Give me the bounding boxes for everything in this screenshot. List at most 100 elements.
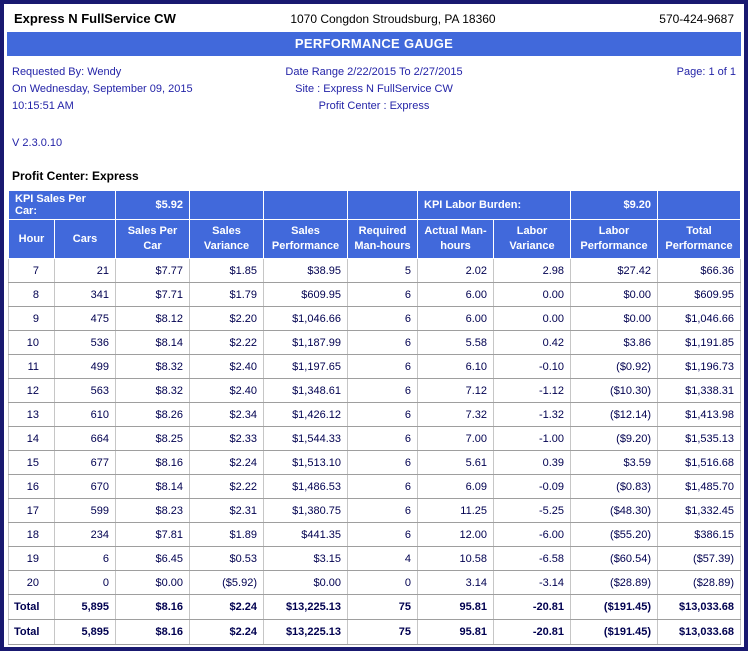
cell: 19: [9, 547, 55, 571]
cell: $2.22: [190, 475, 264, 499]
kpi-sales-per-car-label: KPI Sales Per Car:: [9, 191, 116, 220]
total-row: Total5,895$8.16$2.24$13,225.137595.81-20…: [9, 595, 741, 620]
table-row: 200$0.00($5.92)$0.0003.14-3.14($28.89)($…: [9, 571, 741, 595]
cell: $8.16: [116, 595, 190, 620]
cell: 6: [348, 403, 418, 427]
site-name: Site : Express N FullService CW: [231, 81, 516, 98]
cell: $8.32: [116, 379, 190, 403]
cell: $1,187.99: [264, 331, 348, 355]
cell: $0.00: [264, 571, 348, 595]
cell: -6.58: [494, 547, 571, 571]
performance-table: KPI Sales Per Car: $5.92 KPI Labor Burde…: [8, 190, 741, 645]
cell: ($12.14): [571, 403, 658, 427]
cell: $0.53: [190, 547, 264, 571]
cell: 5: [348, 259, 418, 283]
cell: 8: [9, 283, 55, 307]
cell: $1,535.13: [658, 427, 741, 451]
cell: 599: [55, 499, 116, 523]
cell: 5.61: [418, 451, 494, 475]
cell: $1,338.31: [658, 379, 741, 403]
cell: $13,225.13: [264, 595, 348, 620]
kpi-labor-burden-label: KPI Labor Burden:: [418, 191, 571, 220]
cell: $8.25: [116, 427, 190, 451]
cell: 6: [348, 475, 418, 499]
date-range: Date Range 2/22/2015 To 2/27/2015: [231, 64, 516, 81]
cell: $1,413.98: [658, 403, 741, 427]
cell: 10: [9, 331, 55, 355]
cell: $0.00: [571, 307, 658, 331]
cell: 0: [55, 571, 116, 595]
cell: 6: [348, 283, 418, 307]
table-row: 16670$8.14$2.22$1,486.5366.09-0.09($0.83…: [9, 475, 741, 499]
table-row: 12563$8.32$2.40$1,348.6167.12-1.12($10.3…: [9, 379, 741, 403]
cell: ($0.92): [571, 355, 658, 379]
cell: -1.32: [494, 403, 571, 427]
column-header: Labor Variance: [494, 220, 571, 259]
cell: $2.22: [190, 331, 264, 355]
cell: $0.00: [116, 571, 190, 595]
cell: 13: [9, 403, 55, 427]
cell: 6: [348, 523, 418, 547]
page-info-block: Page: 1 of 1: [517, 64, 736, 115]
table-row: 15677$8.16$2.24$1,513.1065.610.39$3.59$1…: [9, 451, 741, 475]
cell: 6: [348, 355, 418, 379]
cell: 17: [9, 499, 55, 523]
cell: $3.86: [571, 331, 658, 355]
cell: $1,426.12: [264, 403, 348, 427]
kpi-spacer-cell: [190, 191, 264, 220]
cell: $2.31: [190, 499, 264, 523]
cell: -6.00: [494, 523, 571, 547]
cell: $2.20: [190, 307, 264, 331]
total-row: Total5,895$8.16$2.24$13,225.137595.81-20…: [9, 620, 741, 645]
requested-on: On Wednesday, September 09, 2015: [12, 81, 231, 98]
column-header: Total Performance: [658, 220, 741, 259]
version-label: V 2.3.0.10: [12, 137, 736, 149]
table-row: 721$7.77$1.85$38.9552.022.98$27.42$66.36: [9, 259, 741, 283]
cell: $1,197.65: [264, 355, 348, 379]
column-header: Sales Per Car: [116, 220, 190, 259]
cell: $609.95: [264, 283, 348, 307]
cell: 664: [55, 427, 116, 451]
cell: 234: [55, 523, 116, 547]
cell: 3.14: [418, 571, 494, 595]
cell: 7.12: [418, 379, 494, 403]
cell: $1,380.75: [264, 499, 348, 523]
cell: $1.79: [190, 283, 264, 307]
table-row: 17599$8.23$2.31$1,380.75611.25-5.25($48.…: [9, 499, 741, 523]
cell: ($191.45): [571, 620, 658, 645]
cell: 6: [348, 499, 418, 523]
cell: 2.98: [494, 259, 571, 283]
company-address: 1070 Congdon Stroudsburg, PA 18360: [241, 12, 544, 26]
cell: 12.00: [418, 523, 494, 547]
cell: 6: [348, 379, 418, 403]
profit-center-line: Profit Center : Express: [231, 98, 516, 115]
cell: $1.89: [190, 523, 264, 547]
cell: $13,033.68: [658, 620, 741, 645]
cell: 14: [9, 427, 55, 451]
cell: $7.81: [116, 523, 190, 547]
cell: 6: [348, 451, 418, 475]
cell: $1,544.33: [264, 427, 348, 451]
cell: 6: [55, 547, 116, 571]
cell: 11.25: [418, 499, 494, 523]
cell: $2.40: [190, 379, 264, 403]
cell: Total: [9, 595, 55, 620]
cell: 11: [9, 355, 55, 379]
cell: $3.15: [264, 547, 348, 571]
cell: $609.95: [658, 283, 741, 307]
cell: $1,486.53: [264, 475, 348, 499]
cell: $2.34: [190, 403, 264, 427]
kpi-row: KPI Sales Per Car: $5.92 KPI Labor Burde…: [9, 191, 741, 220]
cell: 7.00: [418, 427, 494, 451]
performance-gauge-report: { "header": { "company": "Express N Full…: [0, 0, 748, 651]
cell: ($10.30): [571, 379, 658, 403]
cell: $8.12: [116, 307, 190, 331]
cell: 499: [55, 355, 116, 379]
cell: $441.35: [264, 523, 348, 547]
report-scope-block: Date Range 2/22/2015 To 2/27/2015 Site :…: [231, 64, 516, 115]
table-row: 18234$7.81$1.89$441.35612.00-6.00($55.20…: [9, 523, 741, 547]
cell: ($57.39): [658, 547, 741, 571]
profit-center-heading: Profit Center: Express: [12, 169, 736, 183]
cell: $7.71: [116, 283, 190, 307]
cell: $2.33: [190, 427, 264, 451]
